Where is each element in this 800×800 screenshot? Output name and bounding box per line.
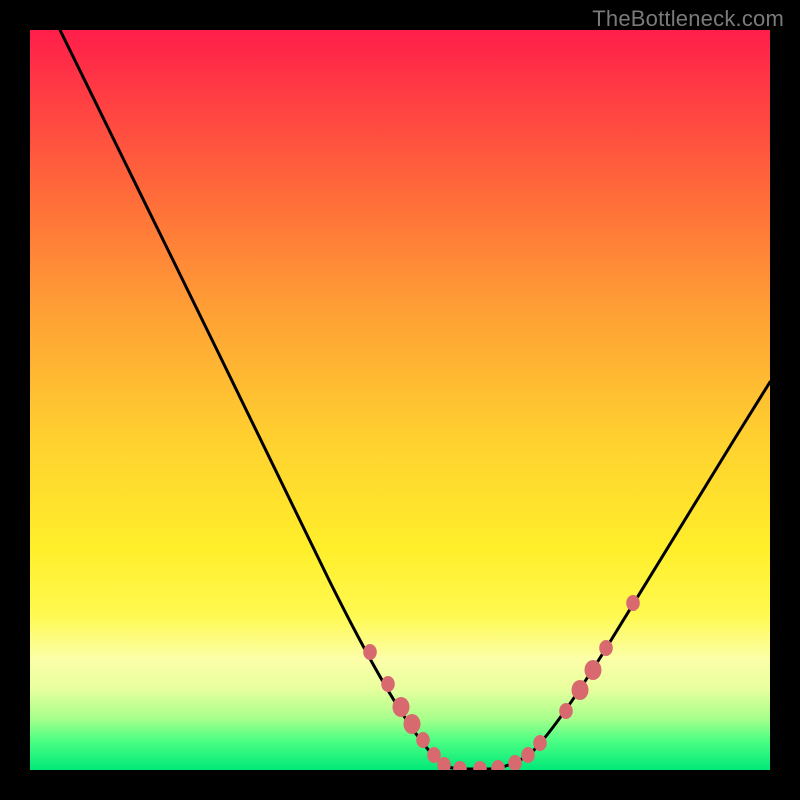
chart-svg [30,30,770,770]
chart-marker [404,714,421,734]
chart-marker [599,640,613,656]
chart-marker [453,761,467,770]
chart-marker [559,703,573,719]
chart-curve [60,30,770,769]
chart-marker [533,735,547,751]
watermark-text: TheBottleneck.com [592,6,784,32]
chart-marker [393,697,410,717]
chart-marker [381,676,395,692]
chart-marker [363,644,377,660]
chart-marker [416,732,430,748]
chart-marker [473,761,487,770]
chart-frame: TheBottleneck.com [0,0,800,800]
chart-plot-area [30,30,770,770]
chart-marker [521,747,535,763]
chart-marker [508,755,522,770]
chart-markers [363,595,640,770]
chart-marker [585,660,602,680]
chart-marker [626,595,640,611]
chart-marker [572,680,589,700]
chart-marker [491,760,505,770]
